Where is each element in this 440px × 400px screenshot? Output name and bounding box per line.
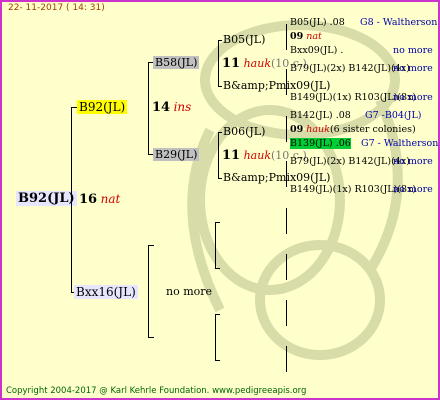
sire-no-more: no more [166,285,213,298]
gen-number: 11 [222,148,241,163]
g4-name[interactable]: B05(JL) [290,17,327,28]
g4-row-6[interactable]: B142(JL) .08 [290,110,351,121]
g4-name[interactable]: Bxx09(JL) [290,45,337,56]
g4-row-10-info: no more [393,184,433,195]
g4-row-9[interactable]: B79(JL)(2x) B142(JL)(4x) [290,156,410,167]
connector [215,314,220,315]
g4-row-7: 09 hauk(6 sister colonies) [290,124,416,135]
gen-number: 11 [222,56,241,71]
connector [218,40,219,86]
g4-year: .08 [329,17,345,28]
connector [286,116,287,142]
g4-row-3-info: no more [393,45,433,56]
grandparent-b-node[interactable]: B29(JL) [153,148,200,161]
gen-label: hauk [243,57,271,70]
g4-year: . [340,45,344,56]
g4-row-9-info: no more [393,156,433,167]
connector [286,300,287,326]
g4-name-highlighted[interactable]: B139(JL) .06 [290,138,351,149]
grandparent-a-name[interactable]: B58(JL) [153,56,200,69]
g4-row-4-info: no more [393,63,433,74]
g4-gen-number: 09 [290,124,304,135]
g4-gen-label: hauk [306,124,330,135]
ggp-b1[interactable]: B06(JL) [223,125,265,138]
connector [286,161,287,187]
pedigree-date: 22- 11-2017 ( 14: 31) [8,3,105,13]
connector [286,346,287,372]
sire-connector [148,245,149,337]
g4-row-8[interactable]: B139(JL) .06 [290,138,351,149]
g4-row-6-info: G7 -B04(JL) [365,110,422,121]
g4-row-5-info: no more [393,92,433,103]
dam-gen-number: 14 [152,100,171,115]
connector [148,245,154,246]
root-generation: 16 nat [79,192,120,207]
g4-year: .08 [335,110,351,121]
grandparent-a-node[interactable]: B58(JL) [153,56,200,69]
g4-gen-label: nat [306,31,322,42]
sire-name[interactable]: Bxx16(JL) [74,285,138,299]
connector [218,132,219,178]
g4-row-1-info: G8 - Waltherson [360,17,438,28]
dam-name[interactable]: B92(JL) [77,100,128,114]
dam-connector [148,62,149,154]
connector [215,222,216,268]
connector [286,208,287,234]
connector [215,314,216,360]
root-gen-number: 16 [79,192,98,207]
connector [218,132,222,133]
connector [215,222,220,223]
dam-generation: 14 ins [152,100,191,115]
dam-gen-label: ins [173,100,192,114]
root-gen-label: nat [100,192,121,206]
connector [218,40,222,41]
connector [286,69,287,95]
root-name[interactable]: B92(JL) [16,191,77,206]
sire-node[interactable]: Bxx16(JL) [74,285,138,299]
g4-name[interactable]: B142(JL) [290,110,333,121]
grandparent-b-name[interactable]: B29(JL) [153,148,200,161]
g4-row-4[interactable]: B79(JL)(2x) B142(JL)(4x) [290,63,410,74]
gen-label: hauk [243,149,271,162]
connector [218,86,222,87]
root-connector [71,107,72,293]
connector [215,360,220,361]
g4-row-3[interactable]: Bxx09(JL) . [290,45,343,56]
connector [215,268,220,269]
g4-row-2: 09 nat [290,31,322,42]
connector [148,337,154,338]
connector [286,24,287,50]
g4-gen-number: 09 [290,31,304,42]
g4-row-1[interactable]: B05(JL) .08 [290,17,345,28]
connector [218,178,222,179]
copyright-footer[interactable]: Copyright 2004-2017 @ Karl Kehrle Founda… [6,386,306,396]
g4-year: .06 [335,138,351,149]
g4-note: (6 sister colonies) [329,124,416,135]
ggp-a2[interactable]: B&amp;Pmix09(JL) [223,79,330,92]
ggp-a1[interactable]: B05(JL) [223,33,265,46]
g4-name[interactable]: B139(JL) [290,138,333,149]
ggp-b2[interactable]: B&amp;Pmix09(JL) [223,171,330,184]
g4-row-8-info: G7 - Waltherson [361,138,439,149]
root-queen[interactable]: B92(JL) [16,191,77,206]
connector [286,254,287,280]
dam-node[interactable]: B92(JL) [77,100,128,114]
